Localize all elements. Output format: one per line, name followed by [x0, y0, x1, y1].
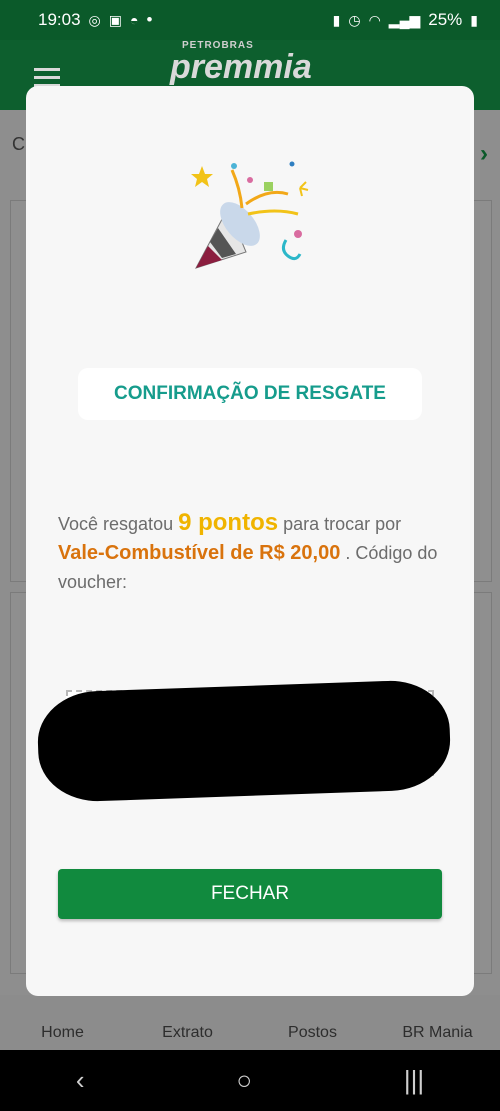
- status-bar: 19:03 ◎ ▣ ◓ • ▮ ◷ ◠ ▂▄▆ 25% ▮: [0, 0, 500, 40]
- redeem-confirmation-dialog: CONFIRMAÇÃO DE RESGATE Você resgatou 9 p…: [26, 86, 474, 996]
- voucher-code-box: [36, 678, 452, 804]
- message-prefix: Você resgatou: [58, 514, 179, 534]
- battery-percent: 25%: [428, 10, 463, 29]
- bottom-nav: Home Extrato Postos BR Mania: [0, 995, 500, 1050]
- signal-icon: ▂▄▆: [388, 12, 421, 28]
- recents-icon[interactable]: |||: [404, 1065, 424, 1096]
- status-dot: •: [146, 10, 153, 29]
- alarm-icon: ◷: [348, 12, 361, 28]
- wifi-icon: ◠: [368, 12, 381, 28]
- status-right: ▮ ◷ ◠ ▂▄▆ 25% ▮: [333, 10, 478, 30]
- lock-icon: ▮: [332, 12, 341, 28]
- battery-icon: ▮: [470, 12, 478, 28]
- whatsapp-icon: ◎: [88, 12, 101, 28]
- incognito-icon: ◓: [130, 12, 139, 28]
- message-mid: para trocar por: [278, 514, 402, 534]
- points-value: 9 pontos: [178, 509, 279, 536]
- home-circle-icon[interactable]: ○: [236, 1065, 252, 1096]
- background-tab-letter: C: [12, 134, 25, 154]
- back-icon[interactable]: ‹: [76, 1065, 85, 1096]
- redacted-voucher-code: [36, 678, 452, 804]
- chevron-right-icon: ›: [480, 140, 488, 167]
- product-name: Vale-Combustível de R$ 20,00: [58, 542, 341, 564]
- brand-logo: premmia: [170, 48, 312, 86]
- redeem-message: Você resgatou 9 pontos para trocar por V…: [58, 508, 448, 597]
- dialog-title: CONFIRMAÇÃO DE RESGATE: [78, 368, 422, 420]
- system-nav-bar: ‹ ○ |||: [0, 1050, 500, 1111]
- close-button[interactable]: FECHAR: [58, 869, 442, 919]
- nav-postos[interactable]: Postos: [258, 1024, 368, 1042]
- nav-home[interactable]: Home: [8, 1024, 118, 1042]
- status-left: 19:03 ◎ ▣ ◓ •: [38, 10, 152, 30]
- nav-br-mania[interactable]: BR Mania: [383, 1024, 493, 1042]
- gallery-icon: ▣: [108, 12, 122, 28]
- nav-extrato[interactable]: Extrato: [133, 1024, 243, 1042]
- confetti-icon: [191, 161, 309, 269]
- status-time: 19:03: [38, 10, 81, 29]
